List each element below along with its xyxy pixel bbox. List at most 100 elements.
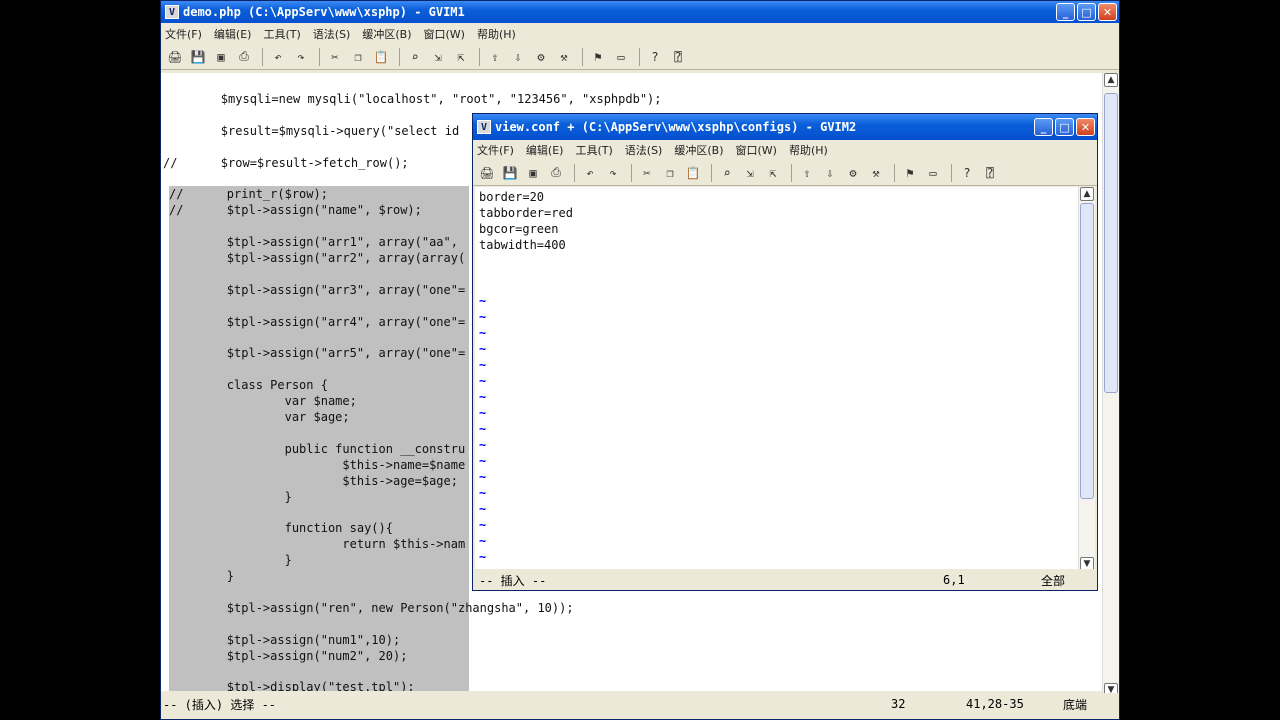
code-line[interactable]: $mysqli=new mysqli("localhost", "root", … <box>163 91 662 107</box>
code-line[interactable]: // print_r($row); <box>169 186 469 203</box>
code-line[interactable] <box>169 615 469 632</box>
save-all-icon[interactable]: ▣ <box>211 47 231 67</box>
shell-icon[interactable]: ▭ <box>923 163 943 183</box>
code-line[interactable] <box>169 297 469 314</box>
menu-item[interactable]: 编辑(E) <box>214 26 252 42</box>
minimize-button[interactable]: _ <box>1034 118 1053 136</box>
load-session-icon[interactable]: ⇧ <box>797 163 817 183</box>
conf-line[interactable]: tabwidth=400 <box>479 237 566 253</box>
code-line[interactable] <box>169 329 469 346</box>
find-help-icon[interactable]: ⍰ <box>980 163 1000 183</box>
open-icon[interactable]: 🖨 <box>165 47 185 67</box>
save-icon[interactable]: 💾 <box>188 47 208 67</box>
code-line[interactable]: } <box>169 568 469 584</box>
scroll-up-arrow[interactable]: ▲ <box>1104 73 1118 87</box>
save-session-icon[interactable]: ⇩ <box>508 47 528 67</box>
run-script-icon[interactable]: ⚙ <box>531 47 551 67</box>
menu-item[interactable]: 工具(T) <box>263 26 300 42</box>
find-icon[interactable]: ⌕ <box>405 47 425 67</box>
code-line[interactable]: var $age; <box>169 409 469 425</box>
menu-item[interactable]: 缓冲区(B) <box>362 26 411 42</box>
code-line[interactable]: $this->name=$name <box>169 456 469 473</box>
menu-item[interactable]: 窗口(W) <box>424 26 465 42</box>
code-line[interactable] <box>169 218 469 235</box>
code-line[interactable]: $tpl->assign("arr4", array("one"= <box>169 313 469 330</box>
code-line[interactable]: $tpl->assign("arr1", array("aa", <box>169 234 469 251</box>
scroll-up-arrow[interactable]: ▲ <box>1080 187 1094 201</box>
conf-editor[interactable]: border=20 tabborder=red bgcor=green tabwidt… <box>475 187 1081 569</box>
close-button[interactable]: ✕ <box>1076 118 1095 136</box>
make-icon[interactable]: ⚒ <box>554 47 574 67</box>
copy-icon[interactable]: ❐ <box>660 163 680 183</box>
find-prev-icon[interactable]: ⇱ <box>763 163 783 183</box>
redo-icon[interactable]: ↷ <box>603 163 623 183</box>
find-help-icon[interactable]: ⍰ <box>668 47 688 67</box>
paste-icon[interactable]: 📋 <box>371 47 391 67</box>
shell-icon[interactable]: ▭ <box>611 47 631 67</box>
tag-icon[interactable]: ⚑ <box>900 163 920 183</box>
load-session-icon[interactable]: ⇧ <box>485 47 505 67</box>
code-line[interactable]: class Person { <box>169 377 469 394</box>
undo-icon[interactable]: ↶ <box>268 47 288 67</box>
code-line[interactable]: } <box>169 552 469 569</box>
conf-line[interactable]: bgcor=green <box>479 221 558 237</box>
scroll-thumb[interactable] <box>1080 203 1094 499</box>
code-line[interactable] <box>169 361 469 378</box>
code-line[interactable]: $tpl->assign("arr5", array("one"= <box>169 345 469 362</box>
print-icon[interactable]: ⎙ <box>234 47 254 67</box>
undo-icon[interactable]: ↶ <box>580 163 600 183</box>
scroll-thumb[interactable] <box>1104 93 1118 393</box>
paste-icon[interactable]: 📋 <box>683 163 703 183</box>
code-line[interactable]: $tpl->assign("num2", 20); <box>169 647 469 664</box>
conf-line[interactable]: border=20 <box>479 189 544 205</box>
code-line[interactable]: $this->age=$age; <box>169 472 469 489</box>
run-script-icon[interactable]: ⚙ <box>843 163 863 183</box>
cut-icon[interactable]: ✂ <box>637 163 657 183</box>
code-line[interactable]: var $name; <box>169 393 469 410</box>
code-line[interactable]: function say(){ <box>169 520 469 537</box>
save-session-icon[interactable]: ⇩ <box>820 163 840 183</box>
code-line[interactable]: $tpl->assign("ren", new Person("zhangsha… <box>169 599 574 616</box>
code-line[interactable]: $tpl->display("test.tpl"); <box>169 679 469 691</box>
menu-item[interactable]: 帮助(H) <box>789 142 828 158</box>
find-next-icon[interactable]: ⇲ <box>740 163 760 183</box>
tag-icon[interactable]: ⚑ <box>588 47 608 67</box>
code-line[interactable]: $tpl->assign("arr2", array(array( <box>169 250 469 266</box>
code-line[interactable] <box>169 583 469 600</box>
menu-item[interactable]: 文件(F) <box>477 142 514 158</box>
help-icon[interactable]: ? <box>957 163 977 183</box>
make-icon[interactable]: ⚒ <box>866 163 886 183</box>
code-line[interactable] <box>169 265 469 282</box>
code-line[interactable] <box>169 424 469 441</box>
code-line[interactable]: } <box>169 488 469 505</box>
code-line[interactable]: public function __constru <box>169 440 469 457</box>
maximize-button[interactable]: □ <box>1055 118 1074 136</box>
code-line[interactable]: // $tpl->assign("name", $row); <box>169 202 469 219</box>
help-icon[interactable]: ? <box>645 47 665 67</box>
menu-item[interactable]: 窗口(W) <box>736 142 777 158</box>
menu-item[interactable]: 文件(F) <box>165 26 202 42</box>
code-line[interactable] <box>169 504 469 521</box>
main-scrollbar[interactable]: ▲ ▼ <box>1102 73 1119 697</box>
menu-item[interactable]: 缓冲区(B) <box>674 142 723 158</box>
find-next-icon[interactable]: ⇲ <box>428 47 448 67</box>
print-icon[interactable]: ⎙ <box>546 163 566 183</box>
conf-scrollbar[interactable]: ▲ ▼ <box>1078 187 1095 571</box>
copy-icon[interactable]: ❐ <box>348 47 368 67</box>
save-all-icon[interactable]: ▣ <box>523 163 543 183</box>
code-line[interactable]: // $row=$result->fetch_row(); <box>163 155 409 171</box>
menu-item[interactable]: 编辑(E) <box>526 142 564 158</box>
code-line[interactable]: $result=$mysqli->query("select id <box>163 123 459 139</box>
code-line[interactable]: $tpl->assign("arr3", array("one"= <box>169 281 469 298</box>
code-line[interactable] <box>169 663 469 680</box>
main-titlebar[interactable]: V demo.php (C:\AppServ\www\xsphp) - GVIM… <box>161 1 1119 23</box>
code-line[interactable]: return $this->nam <box>169 536 469 553</box>
close-button[interactable]: ✕ <box>1098 3 1117 21</box>
find-icon[interactable]: ⌕ <box>717 163 737 183</box>
code-line[interactable]: $tpl->assign("num1",10); <box>169 631 469 648</box>
menu-item[interactable]: 帮助(H) <box>477 26 516 42</box>
find-prev-icon[interactable]: ⇱ <box>451 47 471 67</box>
open-icon[interactable]: 🖨 <box>477 163 497 183</box>
conf-titlebar[interactable]: V view.conf + (C:\AppServ\www\xsphp\conf… <box>473 114 1097 140</box>
minimize-button[interactable]: _ <box>1056 3 1075 21</box>
